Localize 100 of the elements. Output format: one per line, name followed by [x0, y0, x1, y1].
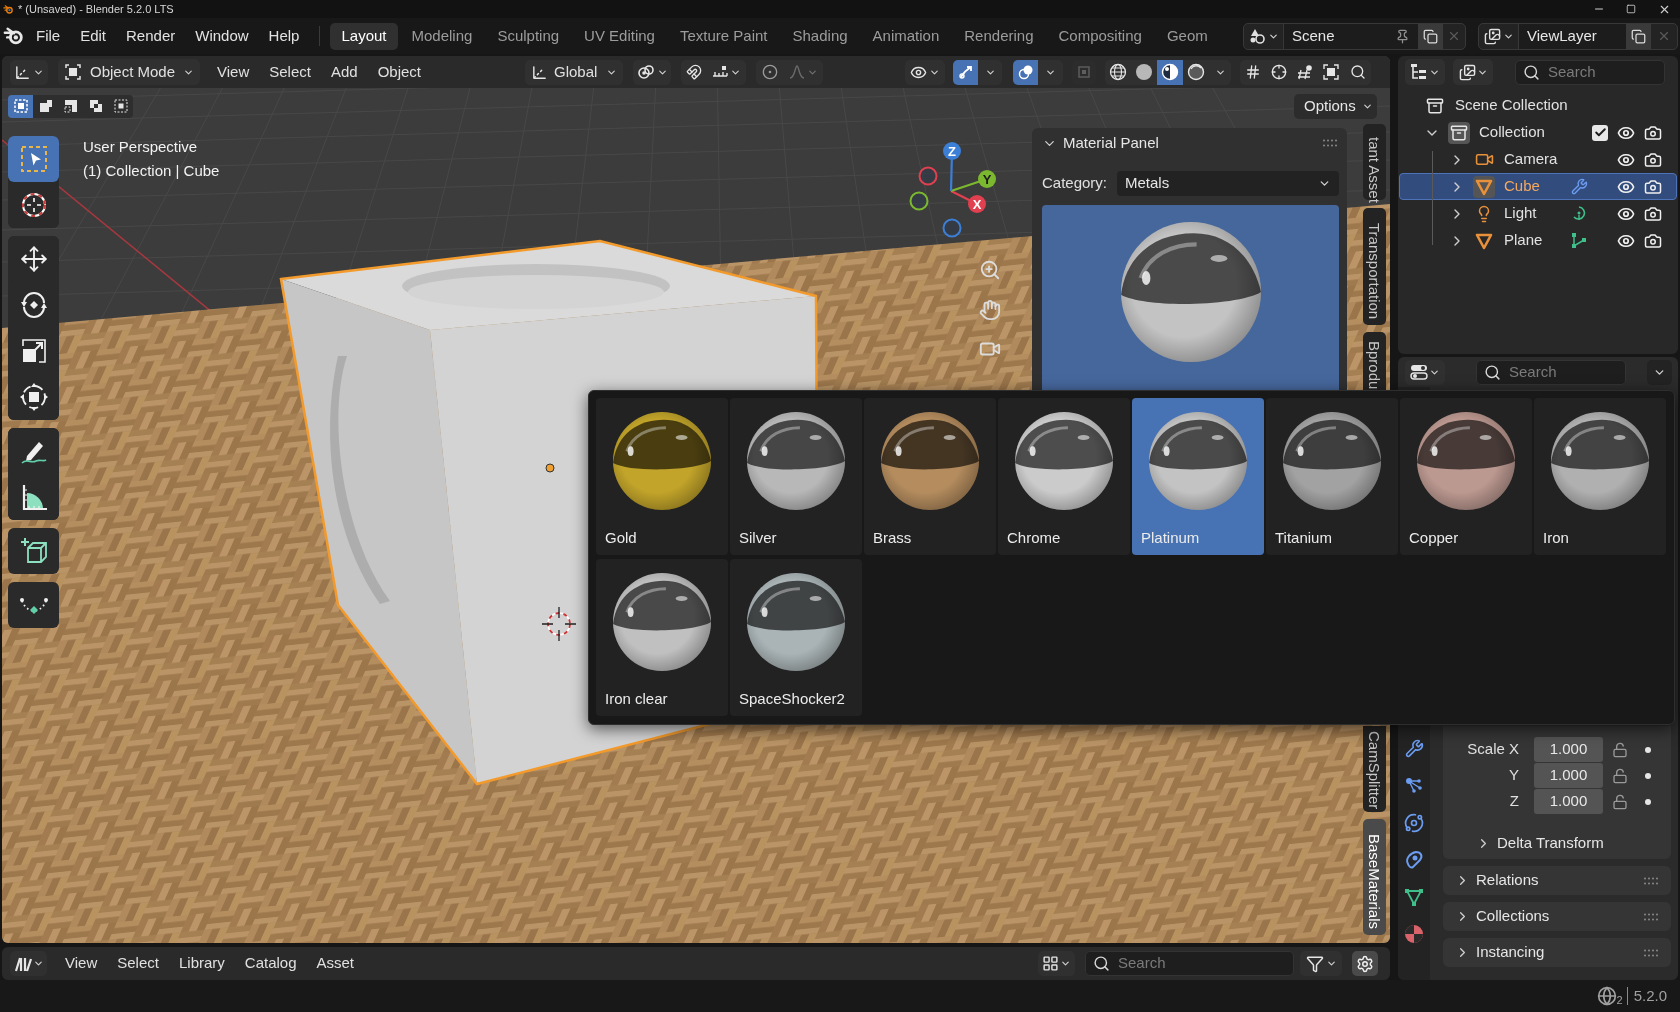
axis-handle[interactable]: Y: [950, 170, 996, 193]
name-field[interactable]: ViewLayer: [1519, 23, 1626, 49]
material-tile[interactable]: Brass: [864, 398, 996, 555]
camera-icon[interactable]: [1644, 150, 1662, 169]
sidebar-tab[interactable]: Transportation: [1363, 208, 1386, 325]
checker-sphere-icon[interactable]: [1404, 923, 1424, 944]
menu-item[interactable]: Render: [118, 23, 184, 49]
material-tile[interactable]: Silver: [730, 398, 862, 555]
sidebar-tab[interactable]: CamSplitter: [1363, 726, 1386, 812]
maximize-icon[interactable]: [1626, 4, 1636, 14]
triangle-vertices-icon[interactable]: [1404, 886, 1424, 907]
menu-item[interactable]: Catalog: [235, 951, 306, 976]
outliner-row[interactable]: Plane: [1399, 227, 1677, 254]
material-tile[interactable]: SpaceShocker2: [730, 559, 862, 716]
duplicate-button[interactable]: [1626, 23, 1651, 49]
shading-mode-button[interactable]: [1105, 59, 1131, 85]
open-lock-icon[interactable]: [1612, 767, 1628, 784]
orientation-dropdown[interactable]: Global: [525, 59, 623, 85]
workspace-tab[interactable]: Rendering: [953, 22, 1045, 50]
settings-button[interactable]: [1352, 951, 1378, 976]
snap-target-dropdown[interactable]: [707, 59, 746, 85]
search-field[interactable]: Search: [1085, 951, 1294, 976]
editor-type-button[interactable]: [10, 951, 47, 976]
hand-icon[interactable]: [979, 299, 1001, 321]
menu-item[interactable]: Select: [108, 951, 168, 976]
material-tile[interactable]: Iron: [1534, 398, 1666, 555]
falloff-dropdown[interactable]: [784, 59, 823, 85]
mode-dropdown[interactable]: Object Mode: [58, 59, 200, 85]
grid-toggle[interactable]: [1240, 59, 1266, 85]
negative-axis-handle[interactable]: [942, 218, 962, 238]
options-dropdown[interactable]: Options: [1294, 93, 1377, 119]
pin-icon[interactable]: [1395, 28, 1410, 44]
outliner-row[interactable]: Camera: [1399, 146, 1677, 173]
sidebar-tab[interactable]: Bprodu: [1363, 332, 1386, 390]
material-tile[interactable]: Platinum: [1132, 398, 1264, 555]
menu-item[interactable]: Add: [320, 59, 368, 85]
name-field[interactable]: Scene: [1284, 23, 1418, 49]
outliner-row[interactable]: Cube: [1399, 173, 1677, 200]
outliner-row[interactable]: Scene Collection: [1399, 92, 1677, 119]
camera-icon[interactable]: [1644, 231, 1662, 250]
axis-handle[interactable]: Z: [943, 142, 961, 192]
menu-item[interactable]: Window: [187, 23, 257, 49]
category-dropdown[interactable]: Metals: [1117, 170, 1339, 196]
editor-type-button[interactable]: [1405, 359, 1445, 385]
zoom-icon[interactable]: [979, 259, 1001, 281]
number-field[interactable]: 1.000: [1534, 789, 1603, 814]
checkbox[interactable]: [1592, 124, 1608, 141]
menu-item[interactable]: Asset: [307, 951, 364, 976]
menu-item[interactable]: Select: [259, 59, 321, 85]
negative-axis-handle[interactable]: [918, 166, 938, 186]
outliner-row[interactable]: Light: [1399, 200, 1677, 227]
wrench-icon[interactable]: [1404, 739, 1424, 758]
visibility-dropdown[interactable]: [905, 59, 945, 85]
snap-toggle[interactable]: [681, 59, 707, 85]
open-lock-icon[interactable]: [1612, 793, 1628, 810]
negative-axis-handle[interactable]: [909, 191, 929, 211]
shading-mode-button[interactable]: [1157, 59, 1183, 85]
proportional-toggle[interactable]: [756, 59, 784, 85]
workspace-tab[interactable]: Layout: [330, 22, 398, 50]
pivot-dropdown[interactable]: [633, 59, 671, 85]
camera-icon[interactable]: [1644, 177, 1662, 196]
dropdown-button[interactable]: [1647, 359, 1672, 385]
outliner-row[interactable]: Collection: [1399, 119, 1677, 146]
material-tile[interactable]: Titanium: [1266, 398, 1398, 555]
gizmo-toggle[interactable]: [953, 59, 978, 85]
workspace-tab[interactable]: Compositing: [1047, 22, 1153, 50]
nodes-icon[interactable]: [1404, 775, 1424, 796]
wrench-icon[interactable]: [1570, 178, 1588, 195]
select-mode-button[interactable]: [33, 94, 58, 118]
editor-type-button[interactable]: [10, 59, 48, 85]
workspace-tab[interactable]: Shading: [781, 22, 859, 50]
duplicate-button[interactable]: [1418, 23, 1443, 49]
sidebar-tab[interactable]: BaseMaterials: [1363, 819, 1386, 935]
display-mode-button[interactable]: [1038, 951, 1075, 976]
workspace-tab[interactable]: Animation: [861, 22, 951, 50]
globe-icon[interactable]: [1596, 986, 1617, 1006]
menu-item[interactable]: View: [207, 59, 260, 85]
arc-dot-icon[interactable]: [1570, 204, 1588, 223]
select-mode-button[interactable]: [8, 94, 33, 118]
menu-item[interactable]: Edit: [72, 23, 115, 49]
axis-handle[interactable]: X: [950, 190, 986, 213]
menu-item[interactable]: Library: [169, 951, 234, 976]
material-tile[interactable]: Gold: [596, 398, 728, 555]
filter-button[interactable]: [1300, 951, 1342, 976]
orbit-icon[interactable]: [1404, 812, 1424, 833]
search-field[interactable]: Search: [1476, 359, 1626, 385]
number-field[interactable]: 1.000: [1534, 763, 1603, 788]
display-mode-button[interactable]: [1453, 59, 1493, 85]
material-tile[interactable]: Iron clear: [596, 559, 728, 716]
camera-icon[interactable]: [1644, 204, 1662, 223]
menu-item[interactable]: File: [28, 23, 69, 49]
collapsed-panel[interactable]: Instancing: [1443, 938, 1671, 967]
workspace-tab[interactable]: Modeling: [400, 22, 484, 50]
number-field[interactable]: 1.000: [1534, 737, 1603, 762]
workspace-tab[interactable]: Texture Paint: [668, 22, 779, 50]
shading-mode-button[interactable]: [1183, 59, 1209, 85]
collapsed-panel[interactable]: Collections: [1443, 902, 1671, 931]
material-tile[interactable]: Chrome: [998, 398, 1130, 555]
overlays-toggle[interactable]: [1013, 59, 1038, 85]
menu-item[interactable]: View: [56, 951, 107, 976]
